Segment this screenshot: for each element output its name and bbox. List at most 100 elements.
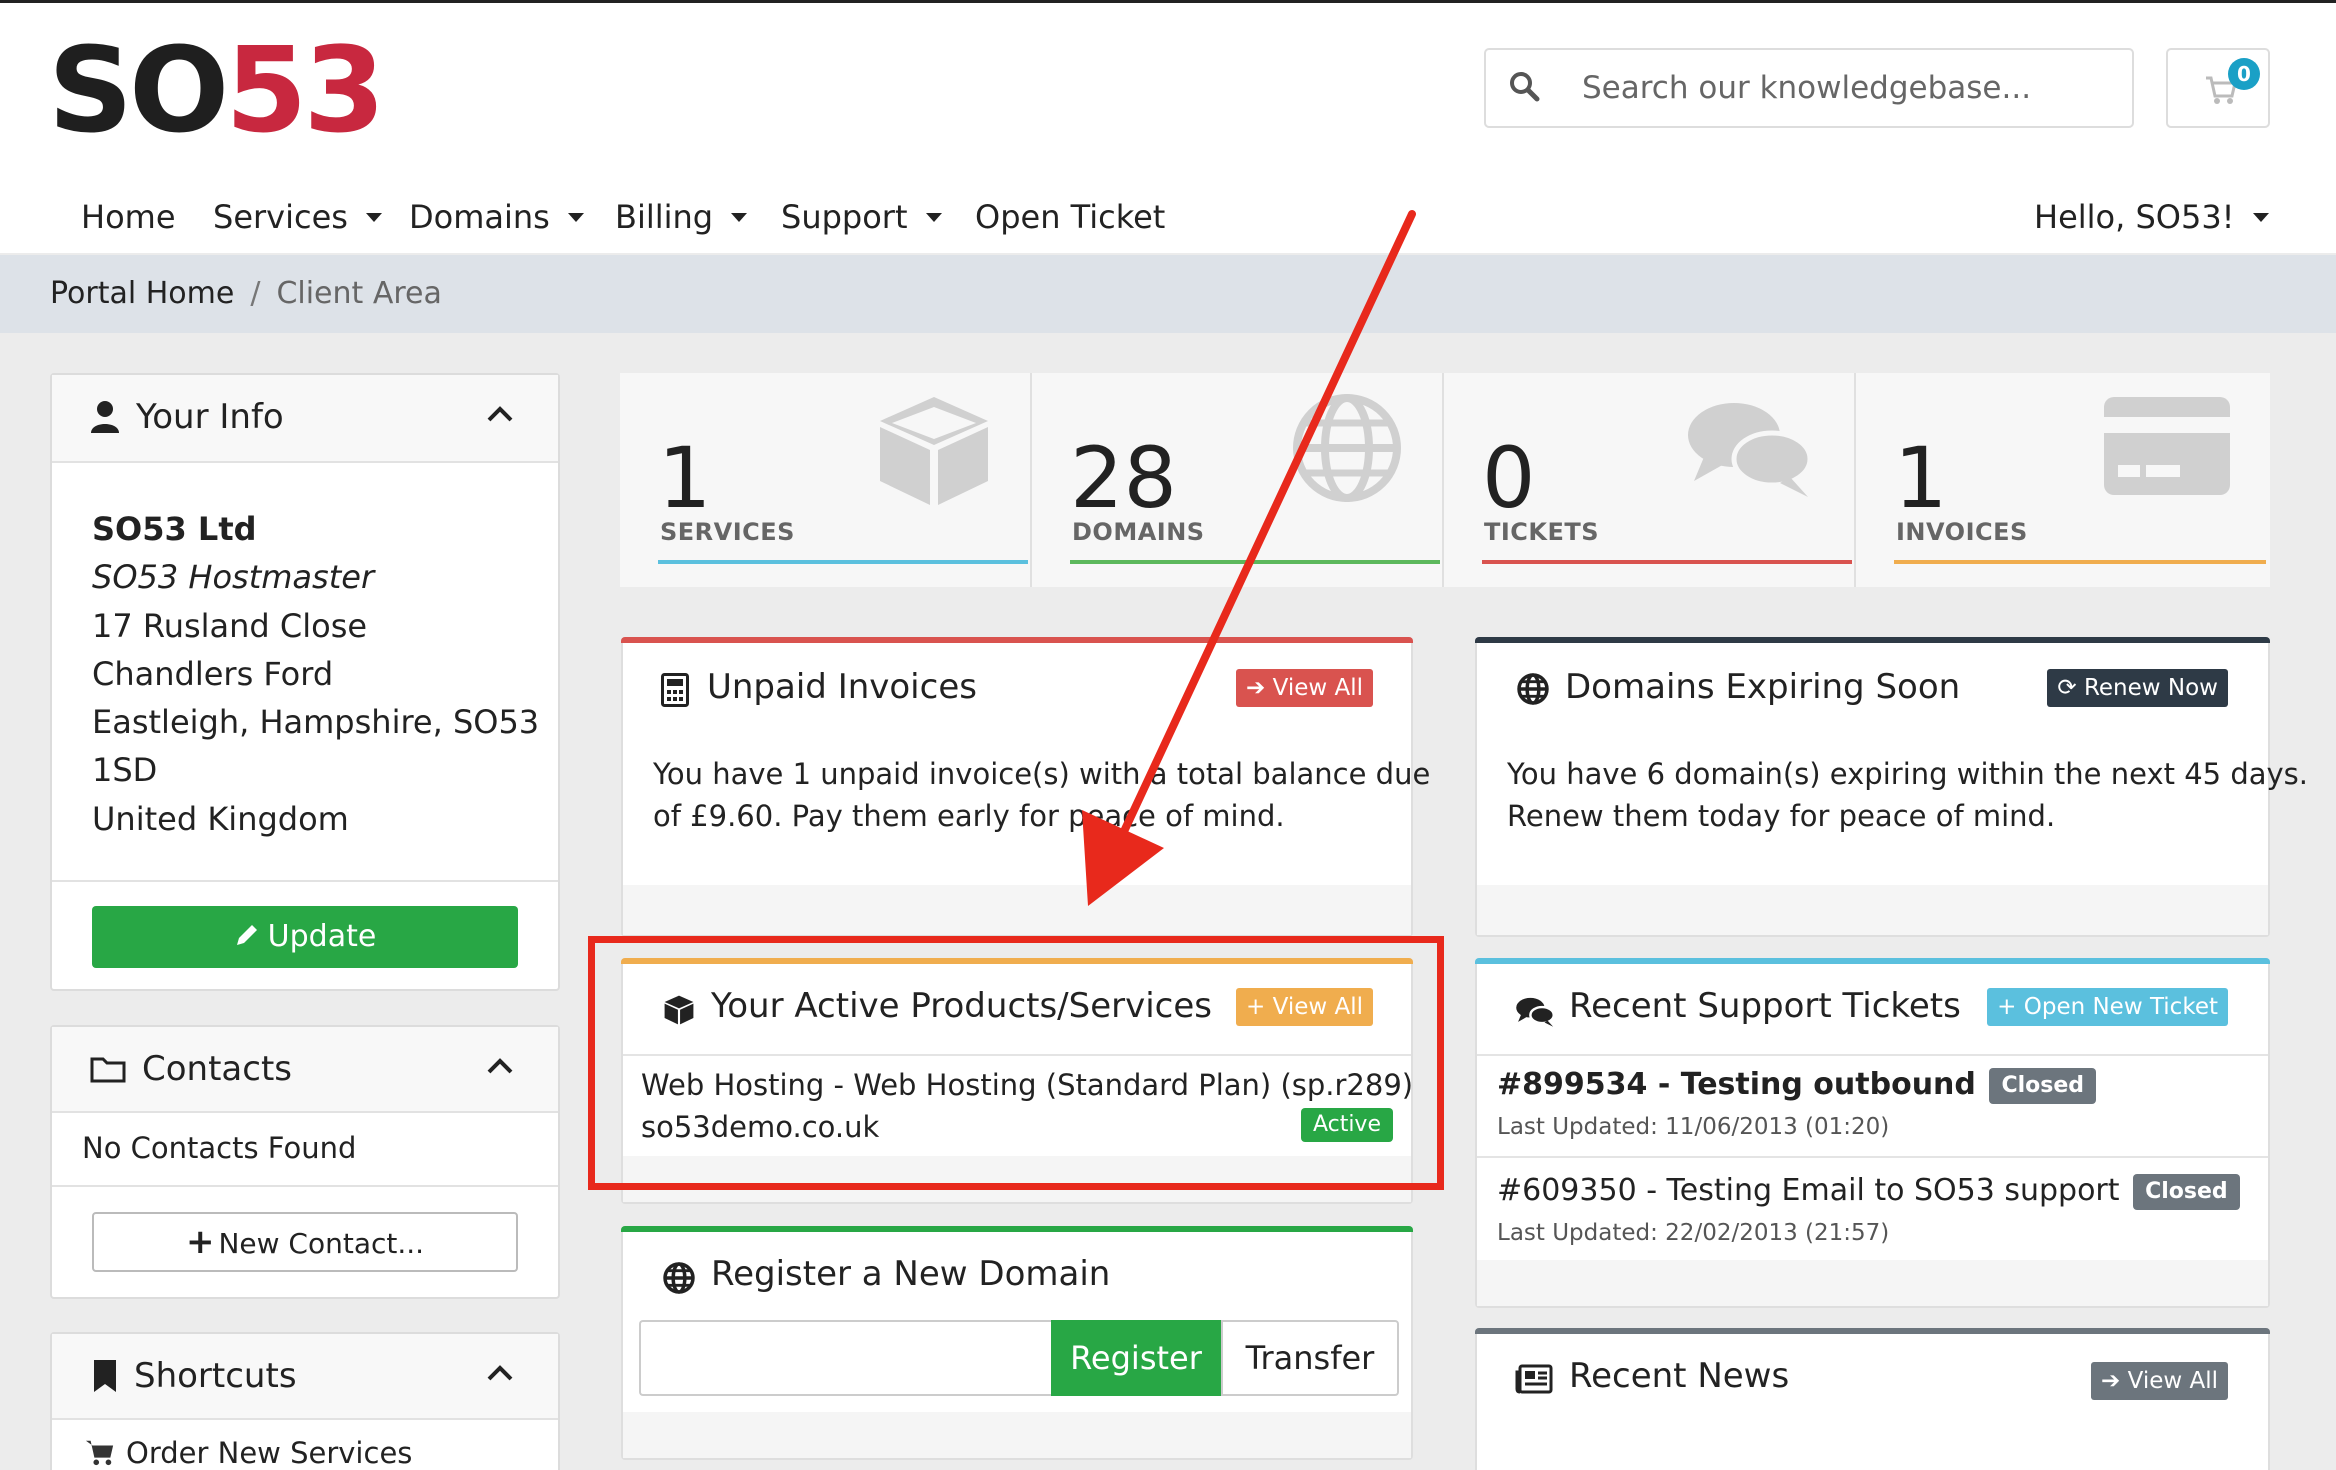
stat-tickets[interactable]: 0 TICKETS <box>1444 373 1854 587</box>
chevron-up-icon[interactable] <box>486 405 514 423</box>
renew-now-button[interactable]: ⟳ Renew Now <box>2047 669 2228 707</box>
stat-services[interactable]: 1 SERVICES <box>620 373 1030 587</box>
stat-services-bar <box>658 560 1028 564</box>
caret-down-icon <box>731 212 748 222</box>
stat-tickets-bar <box>1482 560 1852 564</box>
shortcuts-card: Shortcuts Order New Services <box>50 1332 560 1470</box>
chevron-up-icon[interactable] <box>486 1364 514 1382</box>
your-info-header[interactable]: Your Info <box>52 375 558 463</box>
expiring-line-1: You have 6 domain(s) expiring within the… <box>1507 757 2308 791</box>
address-line-4: 1SD <box>92 751 158 790</box>
your-info-title: Your Info <box>136 397 284 437</box>
nav-user-menu[interactable]: Hello, SO53! <box>2034 192 2269 242</box>
caret-down-icon <box>2252 212 2269 222</box>
shortcuts-header[interactable]: Shortcuts <box>52 1334 558 1420</box>
logo-text-left: SO <box>48 21 229 159</box>
transfer-button[interactable]: Transfer <box>1221 1320 1399 1396</box>
pencil-icon <box>234 922 260 948</box>
nav-domains-label: Domains <box>409 198 550 236</box>
search-input[interactable] <box>1582 62 2102 114</box>
ticket-list-item[interactable]: #899534 - Testing outbound Closed Last U… <box>1477 1056 2268 1156</box>
ticket-title-row: #899534 - Testing outbound Closed <box>1497 1064 2097 1106</box>
panel-accent <box>1475 958 2270 964</box>
divider <box>52 880 558 882</box>
contacts-header[interactable]: Contacts <box>52 1027 558 1113</box>
register-button[interactable]: Register <box>1051 1320 1221 1396</box>
nav-support[interactable]: Support <box>781 192 942 242</box>
panel-accent <box>621 1226 1413 1232</box>
nav-home[interactable]: Home <box>81 192 176 242</box>
panel-footer <box>1477 1260 2268 1306</box>
cube-icon <box>874 393 994 509</box>
knowledgebase-search <box>1484 48 2134 128</box>
bookmark-icon <box>92 1358 118 1394</box>
ticket-updated: Last Updated: 22/02/2013 (21:57) <box>1497 1220 1890 1246</box>
unpaid-invoices-title: Unpaid Invoices <box>707 667 977 707</box>
register-domain-panel: Register a New Domain Register Transfer <box>621 1226 1413 1460</box>
cart-count-badge: 0 <box>2228 58 2260 90</box>
stat-invoices-label: INVOICES <box>1896 518 2028 546</box>
open-new-ticket-label: Open New Ticket <box>2023 994 2218 1020</box>
domains-expiring-panel: Domains Expiring Soon ⟳ Renew Now You ha… <box>1475 637 2308 937</box>
stat-services-value: 1 <box>658 429 712 527</box>
stat-invoices[interactable]: 1 INVOICES <box>1856 373 2270 587</box>
shortcut-label: Order New Services <box>126 1436 413 1470</box>
shortcut-order-new-services[interactable]: Order New Services <box>84 1436 412 1470</box>
caret-down-icon <box>365 212 382 222</box>
highlight-box <box>588 936 1444 1190</box>
recent-tickets-panel: Recent Support Tickets + Open New Ticket… <box>1475 958 2270 1308</box>
update-button[interactable]: Update <box>92 906 518 968</box>
breadcrumb-home[interactable]: Portal Home <box>50 276 234 311</box>
chevron-up-icon[interactable] <box>486 1057 514 1075</box>
cart-button[interactable]: 0 <box>2166 48 2270 128</box>
nav-services[interactable]: Services <box>213 192 382 242</box>
ticket-list-item[interactable]: #609350 - Testing Email to SO53 support … <box>1477 1158 2268 1258</box>
nav-domains[interactable]: Domains <box>409 192 584 242</box>
domains-expiring-text: You have 6 domain(s) expiring within the… <box>1507 753 2308 837</box>
stat-tickets-label: TICKETS <box>1484 518 1600 546</box>
open-new-ticket-button[interactable]: + Open New Ticket <box>1987 988 2228 1026</box>
user-icon <box>90 399 120 435</box>
breadcrumb-current: Client Area <box>276 276 442 311</box>
address-line-1: 17 Rusland Close <box>92 606 368 645</box>
recent-news-title: Recent News <box>1569 1356 1790 1396</box>
ticket-title: #609350 - Testing Email to SO53 support <box>1497 1173 2120 1208</box>
nav-user-label: Hello, SO53! <box>2034 198 2235 236</box>
nav-billing-label: Billing <box>615 198 714 236</box>
update-label: Update <box>267 919 377 954</box>
domain-search-input[interactable] <box>639 1320 1051 1396</box>
panel-footer <box>1477 885 2268 935</box>
nav-services-label: Services <box>213 198 348 236</box>
domains-expiring-title: Domains Expiring Soon <box>1565 667 1961 707</box>
your-info-card: Your Info SO53 Ltd SO53 Hostmaster 17 Ru… <box>50 373 560 991</box>
logo[interactable]: SO53 <box>48 30 408 150</box>
plus-icon: + <box>1997 994 2017 1020</box>
recent-news-panel: Recent News ➔ View All <box>1475 1328 2270 1470</box>
shortcuts-title: Shortcuts <box>134 1356 297 1396</box>
recent-tickets-title: Recent Support Tickets <box>1569 986 1961 1026</box>
news-view-all-button[interactable]: ➔ View All <box>2091 1362 2228 1400</box>
news-view-all-label: View All <box>2127 1368 2218 1394</box>
caret-down-icon <box>925 212 942 222</box>
stat-tickets-value: 0 <box>1482 429 1536 527</box>
company-name: SO53 Ltd <box>92 510 257 548</box>
comments-icon <box>1515 996 1555 1028</box>
new-contact-button[interactable]: + New Contact... <box>92 1212 518 1272</box>
stat-invoices-value: 1 <box>1894 429 1948 527</box>
search-icon <box>1508 70 1542 104</box>
new-contact-label: New Contact... <box>218 1227 425 1260</box>
stat-services-label: SERVICES <box>660 518 795 546</box>
status-badge: Closed <box>1989 1067 2097 1104</box>
cart-icon <box>84 1437 116 1467</box>
arrow-right-icon: ➔ <box>2101 1368 2121 1394</box>
newspaper-icon <box>1515 1364 1553 1394</box>
logo-text-right: 53 <box>225 21 385 159</box>
ticket-updated: Last Updated: 11/06/2013 (01:20) <box>1497 1114 1890 1140</box>
folder-icon <box>90 1055 126 1083</box>
nav-billing[interactable]: Billing <box>615 192 748 242</box>
panel-accent <box>1475 637 2270 643</box>
plus-icon: + <box>185 1222 215 1262</box>
register-domain-title: Register a New Domain <box>711 1254 1111 1294</box>
country: United Kingdom <box>92 799 349 838</box>
panel-footer <box>623 1412 1411 1458</box>
